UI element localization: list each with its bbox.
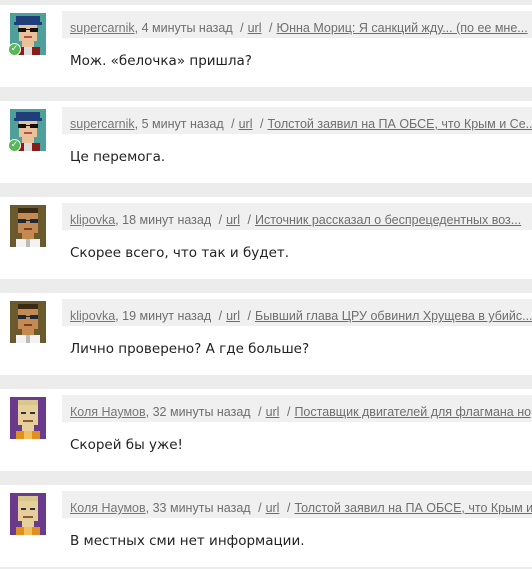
comment-item: ✓ supercarnik, 5 минут назад / url / Толст… xyxy=(0,101,532,183)
article-link[interactable]: Толстой заявил на ПА ОБСЕ, что Крым и С xyxy=(294,501,532,515)
avatar-purple-blond-icon xyxy=(10,397,46,439)
meta-separator: / xyxy=(260,117,264,131)
comment-text: Скорее всего, что так и будет. xyxy=(70,245,290,261)
meta-separator: / xyxy=(258,405,262,419)
user-avatar[interactable]: ✓ xyxy=(8,13,46,56)
meta-separator: / xyxy=(286,501,291,515)
meta-comma: , xyxy=(134,21,139,35)
comment-item: klipovka, 19 минут назад / url / Бывший гл… xyxy=(0,293,532,375)
comment-meta: Коля Наумов, 33 минуты назад / url / Толст… xyxy=(62,491,532,518)
comment-item: Коля Наумов, 33 минуты назад / url / Толст… xyxy=(0,485,532,567)
meta-separator: / xyxy=(247,309,251,323)
comment-item: klipovka, 18 минут назад / url / Источник … xyxy=(0,197,532,279)
comment-time: 33 минуты назад xyxy=(152,501,251,515)
user-avatar[interactable] xyxy=(10,397,46,439)
comment-text: Лично проверено? А где больше? xyxy=(70,341,310,357)
meta-separator: / xyxy=(231,117,235,131)
meta-comma: , xyxy=(145,405,150,419)
comment-feed: ✓ supercarnik, 4 минуты назад / url / Юнна… xyxy=(0,0,532,569)
user-avatar[interactable]: ✓ xyxy=(8,109,46,152)
meta-comma: , xyxy=(115,213,119,227)
comment-meta: klipovka, 19 минут назад / url / Бывший гл… xyxy=(62,299,532,326)
url-link[interactable]: url xyxy=(266,501,280,515)
comment-item: Коля Наумов, 32 минуты назад / url / Поста… xyxy=(0,389,532,471)
comment-meta: supercarnik, 4 минуты назад / url / Юнна М… xyxy=(62,11,532,38)
meta-separator: / xyxy=(218,213,223,227)
comment-item: ✓ supercarnik, 4 минуты назад / url / Юнна… xyxy=(0,5,532,87)
comment-time: 32 минуты назад xyxy=(152,405,251,419)
meta-separator: / xyxy=(218,309,223,323)
meta-separator: / xyxy=(286,405,291,419)
article-link[interactable]: Толстой заявил на ПА ОБСЕ, что Крым и Се… xyxy=(267,117,532,131)
comment-meta: Коля Наумов, 32 минуты назад / url / Поста… xyxy=(62,395,532,422)
comment-meta: klipovka, 18 минут назад / url / Источник … xyxy=(62,203,532,230)
meta-separator: / xyxy=(258,501,262,515)
comment-text: В местных сми нет информации. xyxy=(70,533,305,549)
url-link[interactable]: url xyxy=(226,309,240,323)
meta-separator: / xyxy=(268,21,273,35)
comment-text: Скорей бы уже! xyxy=(70,437,183,453)
article-link[interactable]: Бывший глава ЦРУ обвинил Хрущева в убийс… xyxy=(255,309,532,323)
url-link[interactable]: url xyxy=(248,21,262,35)
comment-time: 19 минут назад xyxy=(122,309,212,323)
user-avatar[interactable] xyxy=(10,493,46,535)
author-link[interactable]: Коля Наумов xyxy=(70,405,146,419)
comment-time: 18 минут назад xyxy=(122,213,212,227)
meta-comma: , xyxy=(134,117,139,131)
author-link[interactable]: supercarnik xyxy=(70,117,135,131)
meta-comma: , xyxy=(145,501,150,515)
meta-comma: , xyxy=(115,309,119,323)
verified-check-icon: ✓ xyxy=(8,139,21,152)
author-link[interactable]: klipovka xyxy=(70,213,115,227)
verified-check-icon: ✓ xyxy=(8,43,21,56)
meta-separator: / xyxy=(247,213,251,227)
avatar-purple-blond-icon xyxy=(10,493,46,535)
comment-time: 5 минут назад xyxy=(141,117,224,131)
user-avatar[interactable] xyxy=(10,205,46,247)
avatar-glasses-tan-icon xyxy=(10,301,46,343)
avatar-glasses-tan-icon xyxy=(10,205,46,247)
url-link[interactable]: url xyxy=(239,117,253,131)
author-link[interactable]: klipovka xyxy=(70,309,115,323)
comment-text: Це перемога. xyxy=(70,149,166,165)
comment-text: Мож. «белочка» пришла? xyxy=(70,53,252,69)
comment-time: 4 минуты назад xyxy=(141,21,233,35)
article-link[interactable]: Юнна Мориц: Я санкций жду... (по ее мне.… xyxy=(276,21,527,35)
comment-meta: supercarnik, 5 минут назад / url / Толстой… xyxy=(62,107,532,134)
meta-separator: / xyxy=(240,21,244,35)
url-link[interactable]: url xyxy=(226,213,240,227)
author-link[interactable]: Коля Наумов xyxy=(70,501,146,515)
author-link[interactable]: supercarnik xyxy=(70,21,135,35)
url-link[interactable]: url xyxy=(266,405,280,419)
article-link[interactable]: Поставщик двигателей для флагмана нор xyxy=(294,405,532,419)
user-avatar[interactable] xyxy=(10,301,46,343)
article-link[interactable]: Источник рассказал о беспрецедентных воз… xyxy=(255,213,521,227)
